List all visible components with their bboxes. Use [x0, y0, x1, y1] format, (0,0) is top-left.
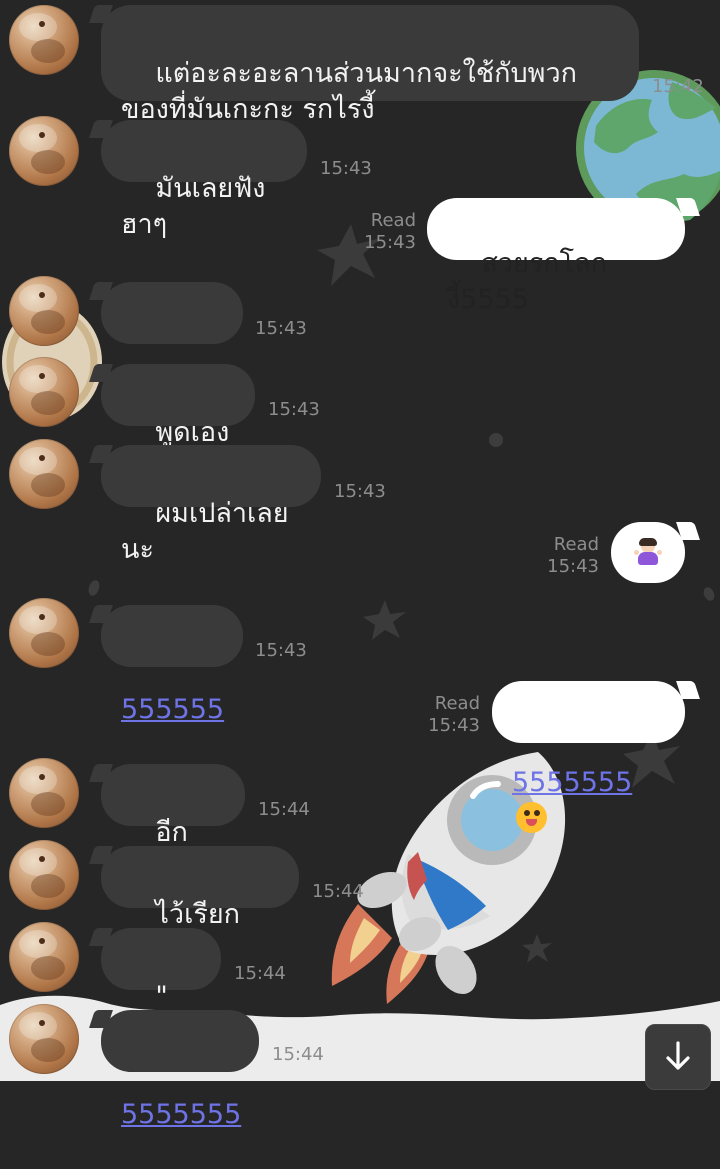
avatar-highlight — [19, 365, 57, 393]
message-text: มันเลยฟังฮาๆ — [121, 173, 266, 240]
avatar[interactable] — [9, 5, 79, 75]
avatar-highlight — [19, 766, 57, 794]
avatar-shadow — [31, 956, 65, 980]
avatar[interactable] — [9, 758, 79, 828]
avatar-eye — [39, 455, 45, 461]
avatar-shadow — [31, 150, 65, 174]
incoming-message-bubble[interactable]: อีกคำนึง — [101, 764, 245, 884]
scroll-to-bottom-button[interactable] — [645, 1024, 711, 1090]
message-text: แต่อะละอะลานส่วนมากจะใช้กับพวก ของที่มัน… — [121, 58, 577, 125]
avatar-eye — [39, 614, 45, 620]
message-time: 15:44 — [272, 1044, 324, 1065]
message-time: 15:43 — [255, 318, 307, 339]
emoji-mouth — [526, 819, 537, 826]
read-status: Read — [370, 210, 416, 231]
avatar-eye — [39, 1020, 45, 1026]
avatar[interactable] — [9, 840, 79, 910]
message-text: สวยรกโลกงี้5555 — [447, 248, 608, 315]
avatar-shadow — [31, 874, 65, 898]
incoming-message-bubble[interactable]: มันเลยฟังฮาๆ — [101, 120, 307, 240]
avatar-eye — [39, 373, 45, 379]
avatar[interactable] — [9, 439, 79, 509]
avatar-highlight — [19, 124, 57, 152]
avatar-shadow — [31, 39, 65, 63]
avatar-eye — [39, 856, 45, 862]
chat-thread: แต่อะละอะลานส่วนมากจะใช้กับพวก ของที่มัน… — [0, 0, 720, 1130]
avatar-highlight — [19, 606, 57, 634]
avatar-shadow — [31, 632, 65, 656]
incoming-message-bubble[interactable]: " เบย " — [101, 928, 221, 1048]
avatar-eye — [39, 132, 45, 138]
message-text-link[interactable]: 5555555 — [121, 1099, 241, 1130]
avatar[interactable] — [9, 116, 79, 186]
avatar-shadow — [31, 310, 65, 334]
message-text: ผมเปล่าเลยนะ — [121, 498, 289, 565]
arrow-down-icon — [666, 1041, 690, 1070]
avatar-highlight — [19, 284, 57, 312]
rolling-on-the-floor-laughing-icon — [516, 802, 547, 833]
incoming-message-bubble[interactable]: 555555 — [101, 282, 243, 402]
outgoing-message-bubble[interactable]: 5555555 — [492, 681, 685, 833]
message-time: 15:43 — [334, 481, 386, 502]
avatar-shadow — [31, 792, 65, 816]
message-time: 15:43 — [547, 556, 599, 577]
avatar[interactable] — [9, 357, 79, 427]
message-time: 15:42 — [652, 76, 704, 97]
avatar-highlight — [19, 13, 57, 41]
emoji-right-eye — [534, 810, 540, 816]
avatar[interactable] — [9, 276, 79, 346]
avatar-highlight — [19, 848, 57, 876]
avatar-highlight — [19, 930, 57, 958]
message-time: 15:44 — [234, 963, 286, 984]
message-time: 15:44 — [312, 881, 364, 902]
person-shrugging-icon — [634, 537, 662, 567]
message-text-link[interactable]: 5555555 — [512, 767, 632, 798]
avatar-eye — [39, 21, 45, 27]
message-time: 15:44 — [258, 799, 310, 820]
incoming-message-bubble[interactable]: 5555555 — [101, 1010, 259, 1130]
emoji-left-eye — [524, 810, 530, 816]
message-time: 15:43 — [320, 158, 372, 179]
read-status: Read — [434, 693, 480, 714]
avatar[interactable] — [9, 922, 79, 992]
message-time: 15:43 — [428, 715, 480, 736]
avatar-highlight — [19, 447, 57, 475]
outgoing-message-bubble[interactable]: 🤷🏻‍♀️ — [611, 522, 685, 583]
incoming-message-bubble[interactable]: แต่อะละอะลานส่วนมากจะใช้กับพวก ของที่มัน… — [101, 5, 639, 125]
incoming-message-bubble[interactable]: ผมเปล่าเลยนะ — [101, 445, 321, 565]
avatar-eye — [39, 292, 45, 298]
message-text-link[interactable]: 555555 — [121, 694, 224, 725]
incoming-message-bubble[interactable]: พูดเองนะ — [101, 364, 255, 484]
avatar-shadow — [31, 391, 65, 415]
read-receipt: Read 15:43 — [424, 693, 480, 737]
avatar-shadow — [31, 473, 65, 497]
avatar-eye — [39, 774, 45, 780]
read-receipt: Read 15:43 — [543, 534, 599, 578]
read-receipt: Read 15:43 — [360, 210, 416, 254]
message-time: 15:43 — [364, 232, 416, 253]
message-time: 15:43 — [255, 640, 307, 661]
incoming-message-bubble[interactable]: ไว้เรียกเพื่อน — [101, 846, 299, 966]
message-time: 15:43 — [268, 399, 320, 420]
avatar-highlight — [19, 1012, 57, 1040]
avatar[interactable] — [9, 1004, 79, 1074]
incoming-message-bubble[interactable]: 555555 — [101, 605, 243, 725]
avatar-shadow — [31, 1038, 65, 1062]
avatar[interactable] — [9, 598, 79, 668]
outgoing-message-bubble[interactable]: สวยรกโลกงี้5555 — [427, 198, 685, 315]
read-status: Read — [553, 534, 599, 555]
avatar-eye — [39, 938, 45, 944]
